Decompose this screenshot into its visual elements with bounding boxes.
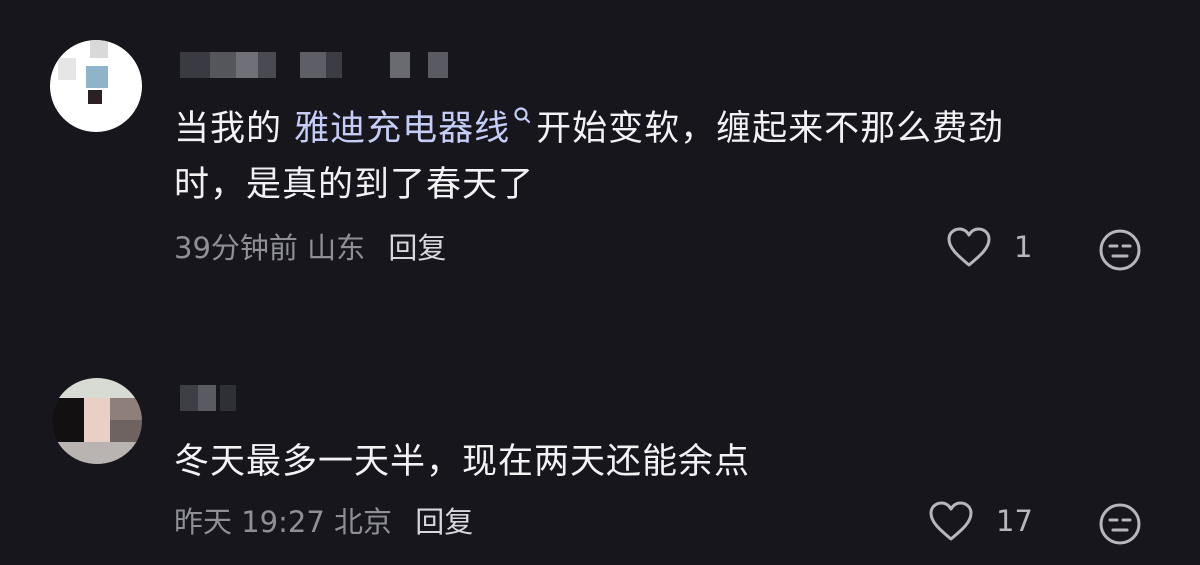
location: 山东 (307, 231, 366, 265)
like-count: 17 (996, 504, 1033, 538)
comment-meta: 39分钟前 山东 回复 (174, 228, 446, 268)
reply-button[interactable]: 回复 (415, 505, 473, 539)
heart-outline-icon[interactable] (946, 226, 992, 268)
comment-text: 当我的 雅迪充电器线 开始变软，缠起来不那么费劲 时，是真的到了春天了 (174, 101, 1004, 213)
avatar[interactable] (50, 40, 142, 132)
reply-button[interactable]: 回复 (388, 231, 446, 265)
username-blurred[interactable] (180, 385, 260, 411)
comment-text-part: 时，是真的到了春天了 (174, 165, 535, 205)
like-count: 1 (1014, 230, 1033, 264)
comment-text-part: 当我的 (174, 109, 295, 149)
neutral-face-icon[interactable] (1098, 502, 1142, 546)
heart-outline-icon[interactable] (928, 500, 974, 542)
comment-meta: 昨天 19:27 北京 回复 (174, 502, 473, 542)
like-button[interactable]: 17 (928, 500, 1033, 542)
comment-text-part: 开始变软，缠起来不那么费劲 (536, 109, 1005, 149)
timestamp: 昨天 19:27 (174, 505, 325, 539)
neutral-face-icon[interactable] (1098, 228, 1142, 272)
like-button[interactable]: 1 (946, 226, 1032, 268)
location: 北京 (334, 505, 393, 539)
comment-text: 冬天最多一天半，现在两天还能余点 (174, 434, 750, 490)
timestamp: 39分钟前 (174, 231, 298, 265)
comment-text-part: 冬天最多一天半，现在两天还能余点 (174, 442, 751, 482)
search-link[interactable]: 雅迪充电器线 (294, 109, 510, 149)
avatar[interactable] (52, 378, 142, 464)
username-blurred[interactable] (180, 52, 470, 78)
search-icon[interactable] (510, 101, 536, 131)
